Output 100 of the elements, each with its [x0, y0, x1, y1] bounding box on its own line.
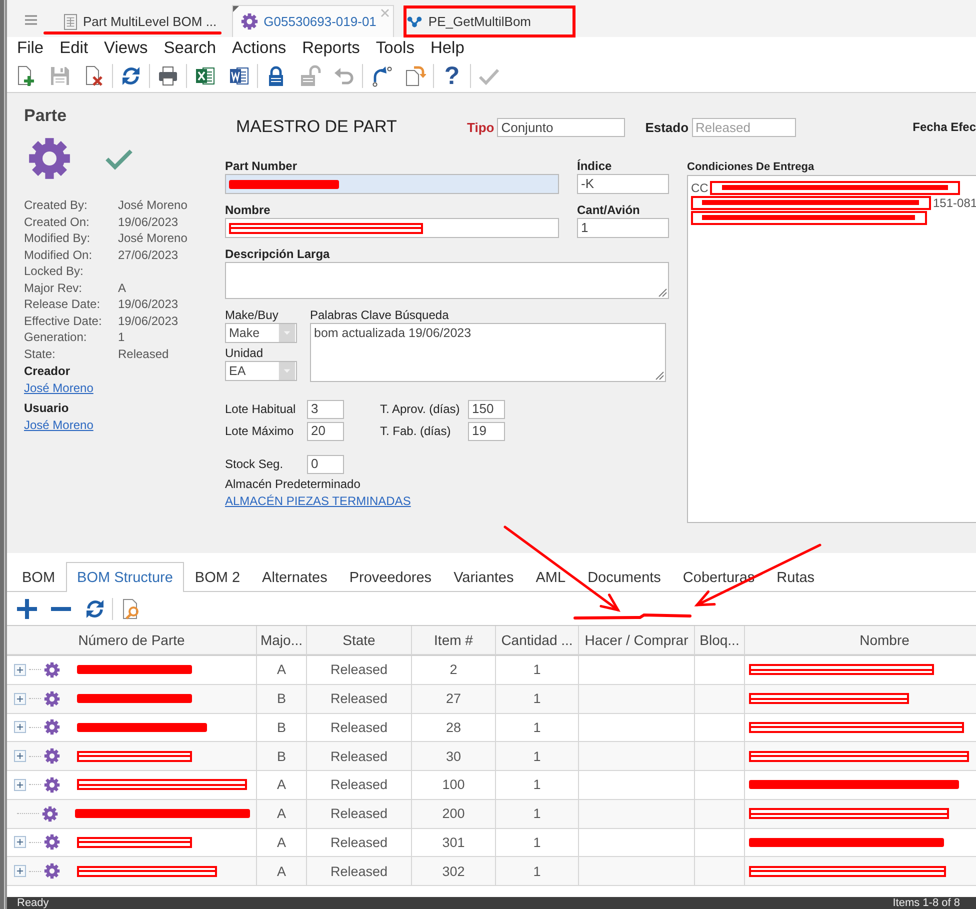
new-document-icon[interactable]: [15, 65, 37, 87]
part-number-field[interactable]: [225, 174, 559, 194]
detail-tab[interactable]: Proveedores: [338, 563, 443, 592]
table-cell: 1: [496, 742, 579, 771]
property-value: 1: [118, 329, 125, 346]
detail-tab[interactable]: Rutas: [766, 563, 826, 592]
delivery-text: 151-081: [933, 196, 976, 210]
field-label: Make/Buy: [225, 307, 280, 323]
property-value: A: [118, 280, 126, 296]
field-label: Unidad: [225, 345, 264, 361]
resize-grip-icon[interactable]: [658, 288, 667, 297]
column-header[interactable]: Bloq...: [695, 626, 745, 655]
table-cell: 200: [412, 800, 496, 828]
user-link[interactable]: José Moreno: [24, 417, 94, 433]
quantity-field[interactable]: 1: [577, 218, 669, 238]
menu-item[interactable]: Reports: [294, 39, 368, 58]
expand-icon[interactable]: [14, 664, 26, 676]
menu-icon[interactable]: [25, 15, 37, 25]
detail-tab[interactable]: BOM 2: [184, 563, 252, 592]
column-header[interactable]: Hacer / Comprar: [579, 626, 695, 655]
printer-icon[interactable]: [157, 65, 179, 87]
expand-icon[interactable]: [14, 836, 26, 848]
detail-tab[interactable]: Variantes: [442, 563, 525, 592]
property-label: Generation:: [24, 329, 88, 346]
table-cell: Released: [307, 742, 412, 771]
detail-tab[interactable]: BOM: [11, 563, 66, 592]
field-label: Estado: [645, 120, 689, 134]
menu-item[interactable]: Views: [96, 39, 156, 58]
property-label: Locked By:: [24, 263, 84, 280]
field-label: T. Aprov. (días): [380, 402, 461, 416]
field-label: Almacén Predeterminado: [225, 476, 362, 492]
warehouse-link[interactable]: ALMACÉN PIEZAS TERMINADAS: [225, 493, 411, 509]
column-header[interactable]: State: [307, 626, 412, 655]
table-cell: 1: [496, 684, 579, 714]
menu-item[interactable]: Search: [156, 39, 224, 58]
column-header[interactable]: Nombre: [745, 626, 976, 655]
document-tab[interactable]: Part MultiLevel BOM ...: [55, 5, 228, 37]
refresh-icon[interactable]: [84, 598, 106, 620]
help-button[interactable]: ?: [444, 64, 460, 88]
property-label: Created On:: [24, 214, 90, 230]
menu-item[interactable]: File: [9, 39, 52, 58]
delete-document-icon[interactable]: [83, 65, 105, 87]
menu-item[interactable]: Edit: [52, 39, 96, 58]
check-icon: [105, 148, 133, 170]
field-label: Tipo: [467, 120, 494, 134]
delivery-terms-field[interactable]: CC 151-081: [687, 175, 976, 523]
index-field[interactable]: -K: [577, 174, 669, 194]
number-field[interactable]: 3: [307, 400, 344, 418]
detail-tab[interactable]: Documents: [576, 563, 672, 592]
number-field[interactable]: 20: [307, 422, 344, 440]
word-document-icon[interactable]: [228, 65, 250, 87]
field-label: Índice: [577, 158, 613, 174]
expand-icon[interactable]: [14, 750, 26, 762]
detail-tab[interactable]: BOM Structure: [66, 562, 184, 592]
column-header[interactable]: Cantidad ...: [496, 626, 579, 655]
column-header[interactable]: Majo...: [257, 626, 307, 655]
property-value: Released: [118, 346, 169, 362]
expand-icon[interactable]: [14, 721, 26, 734]
number-field[interactable]: 19: [468, 422, 505, 440]
detail-tab[interactable]: AML: [524, 563, 577, 592]
number-field[interactable]: 0: [307, 454, 344, 474]
spreadsheet-icon[interactable]: [194, 65, 216, 87]
refresh-icon[interactable]: [120, 65, 142, 87]
detail-tab[interactable]: Alternates: [251, 563, 338, 592]
export-document-icon[interactable]: [404, 65, 426, 87]
property-value: 19/06/2023: [118, 214, 178, 230]
menu-item[interactable]: Help: [422, 39, 472, 58]
field-label: Cant/Avión: [577, 202, 641, 218]
user-label: Usuario: [24, 400, 70, 416]
panel-title: Parte: [24, 107, 68, 125]
document-tab[interactable]: PE_GetMultilBom: [398, 5, 542, 37]
property-label: Effective Date:: [24, 312, 103, 329]
menu-item[interactable]: Actions: [224, 39, 294, 58]
table-cell: 1: [496, 800, 579, 828]
field-label: Lote Máximo: [225, 424, 295, 438]
unit-select[interactable]: EA: [225, 361, 297, 381]
menu-item[interactable]: Tools: [368, 39, 422, 58]
table-cell: 30: [412, 742, 496, 771]
curved-arrow-icon[interactable]: [370, 65, 392, 87]
make-buy-select[interactable]: Make: [225, 323, 297, 343]
type-field[interactable]: Conjunto: [497, 118, 626, 136]
expand-icon[interactable]: [14, 865, 26, 878]
field-label: Stock Seg.: [225, 457, 284, 471]
form-title: MAESTRO DE PART: [236, 117, 398, 137]
expand-icon[interactable]: [14, 778, 26, 791]
column-header[interactable]: Número de Parte: [7, 626, 257, 655]
name-field[interactable]: [225, 218, 559, 238]
nodes-icon: [407, 16, 422, 28]
add-icon[interactable]: [16, 598, 38, 620]
description-field[interactable]: [225, 262, 669, 299]
expand-icon[interactable]: [14, 692, 26, 705]
document-tab[interactable]: G05530693-019-01: [232, 5, 394, 37]
remove-icon[interactable]: [50, 606, 72, 610]
number-field[interactable]: 150: [468, 400, 505, 418]
column-header[interactable]: Item #: [412, 626, 496, 655]
resize-grip-icon[interactable]: [655, 371, 664, 380]
field-label: Nombre: [225, 202, 272, 218]
creator-link[interactable]: José Moreno: [24, 380, 94, 396]
keywords-field[interactable]: bom actualizada 19/06/2023: [310, 323, 666, 382]
item-count: Items 1-8 of 8: [892, 897, 960, 909]
